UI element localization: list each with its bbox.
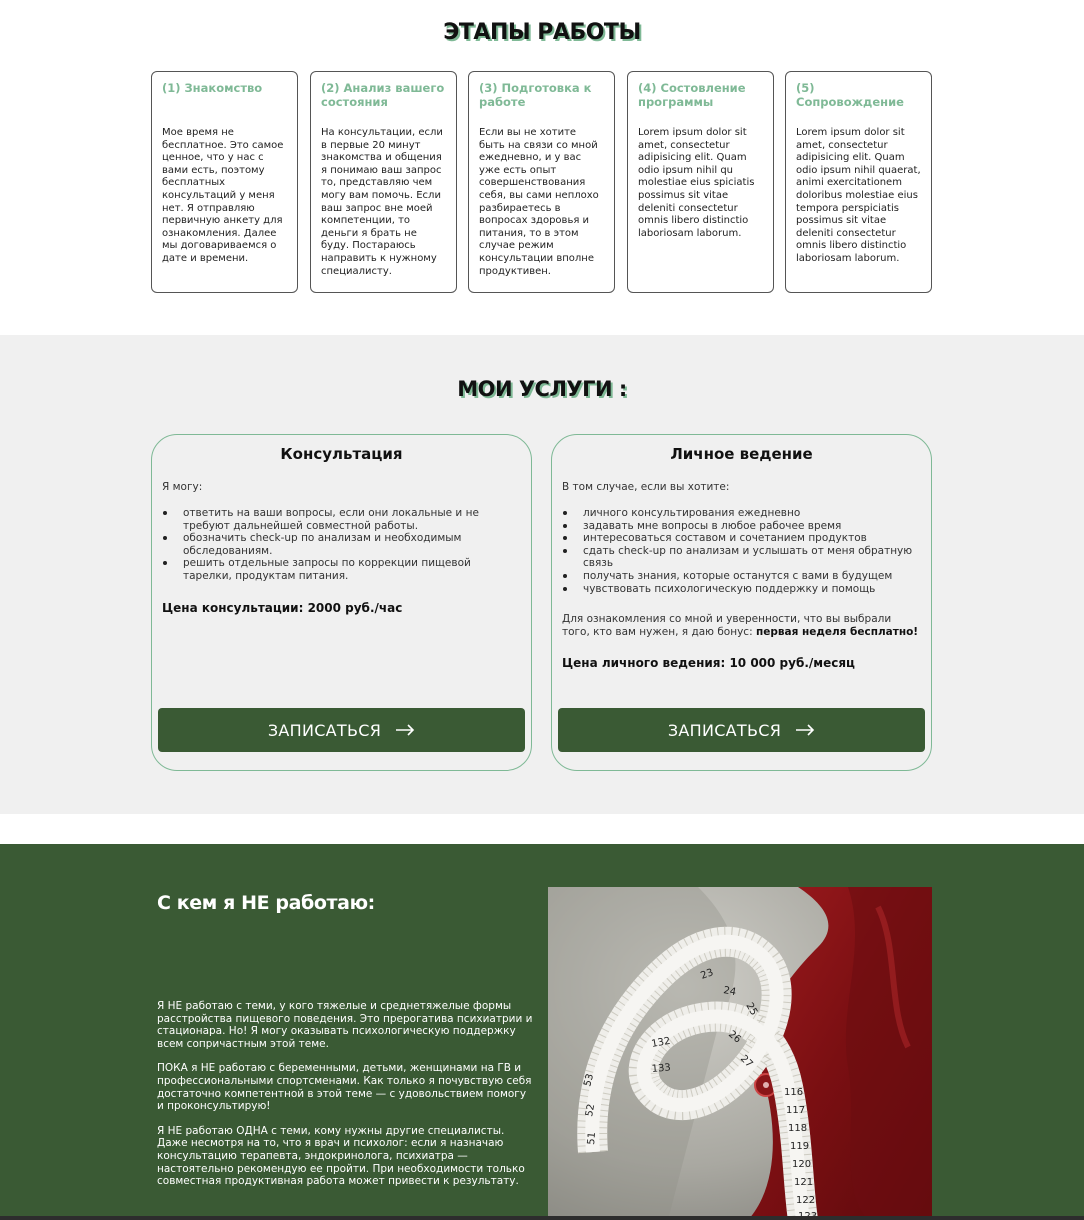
bonus-highlight: первая неделя бесплатно! — [755, 625, 919, 638]
arrow-right-icon — [395, 720, 415, 741]
consultation-card: Консультация Я могу: ответить на ваши во… — [151, 434, 532, 771]
list-item: чувствовать психологическую поддержку и … — [563, 583, 921, 596]
not-work-paragraph: ПОКА я НЕ работаю с беременными, детьми,… — [157, 1062, 532, 1113]
not-work-paragraph: Я НЕ работаю с теми, у кого тяжелые и ср… — [157, 1000, 533, 1050]
personal-card: Личное ведение В том случае, если вы хот… — [551, 434, 932, 771]
consultation-title: Консультация — [280, 445, 403, 463]
stage-text: Lorem ipsum dolor sit amet, consectetur … — [796, 127, 921, 264]
list-item: получать знания, которые останутся с вам… — [563, 570, 921, 583]
consultation-signup-button[interactable]: ЗАПИСАТЬСЯ — [158, 708, 525, 752]
tape-number: 51 — [586, 1132, 598, 1146]
not-work-paragraph: Я НЕ работаю ОДНА с теми, кому нужны дру… — [157, 1124, 525, 1188]
not-work-title: С кем я НЕ работаю: — [157, 892, 375, 914]
list-item: обозначить check-up по анализам и необхо… — [163, 532, 521, 557]
stage-text: Мое время не бесплатное. Это самое ценно… — [162, 127, 284, 264]
list-item: личного консультирования ежедневно — [563, 507, 921, 520]
list-item: решить отдельные запросы по коррекции пи… — [163, 557, 521, 582]
personal-title: Личное ведение — [670, 445, 813, 463]
list-item: ответить на ваши вопросы, если они локал… — [163, 507, 521, 532]
stage-title: (5) Сопровождение — [796, 81, 904, 109]
stages-section: ЭТАПЫ РАБОТЫ (1) Знакомство Мое время не… — [0, 0, 1084, 335]
consultation-intro: Я могу: — [162, 481, 203, 493]
stage-card-3: (3) Подготовка к работе Если вы не хотит… — [468, 71, 615, 293]
signup-button-label: ЗАПИСАТЬСЯ — [667, 720, 782, 740]
list-item: интересоваться составом и сочетанием про… — [563, 532, 921, 545]
signup-button-label: ЗАПИСАТЬСЯ — [267, 720, 382, 740]
services-title: МОИ УСЛУГИ : — [457, 377, 627, 401]
tape-number: 24 — [722, 985, 736, 998]
personal-signup-button[interactable]: ЗАПИСАТЬСЯ — [558, 708, 925, 752]
tape-number: 117 — [786, 1105, 805, 1116]
not-work-text: Я НЕ работаю с теми, у кого тяжелые и ср… — [157, 1000, 535, 1200]
personal-intro: В том случае, если вы хотите: — [562, 481, 730, 493]
stage-title: (3) Подготовка к работе — [479, 81, 592, 109]
tape-number: 116 — [784, 1087, 803, 1098]
tape-number: 52 — [584, 1103, 597, 1117]
bottom-border — [0, 1216, 1084, 1220]
stages-title: ЭТАПЫ РАБОТЫ — [443, 20, 641, 45]
tape-number: 120 — [792, 1159, 811, 1170]
list-item: задавать мне вопросы в любое рабочее вре… — [563, 520, 921, 533]
personal-price: Цена личного ведения: 10 000 руб./месяц — [562, 656, 855, 671]
stage-card-4: (4) Состовление программы Lorem ipsum do… — [627, 71, 774, 293]
tape-number: 119 — [790, 1141, 809, 1152]
measuring-tape-photo: 23 24 132 133 26 27 53 52 51 25 116 117 … — [548, 887, 932, 1220]
stage-card-1: (1) Знакомство Мое время не бесплатное. … — [151, 71, 298, 293]
stage-title: (1) Знакомство — [162, 81, 263, 95]
tape-number: 133 — [651, 1062, 671, 1075]
tape-number: 122 — [796, 1195, 815, 1206]
services-section: МОИ УСЛУГИ : Консультация Я могу: ответи… — [0, 335, 1084, 814]
tape-number: 118 — [788, 1123, 807, 1134]
stage-card-2: (2) Анализ вашего состояния На консульта… — [310, 71, 457, 293]
personal-bonus: Для ознакомления со мной и уверенности, … — [562, 613, 921, 638]
arrow-right-icon — [795, 720, 815, 741]
stage-title: (2) Анализ вашего состояния — [321, 81, 445, 109]
stage-card-5: (5) Сопровождение Lorem ipsum dolor sit … — [785, 71, 932, 293]
tape-number: 121 — [794, 1177, 813, 1188]
stage-text: Если вы не хотите быть на связи со мной … — [479, 127, 599, 277]
personal-list: личного консультирования ежедневно задав… — [562, 507, 921, 595]
list-item: сдать check-up по анализам и услышать от… — [563, 545, 921, 570]
stage-text: Lorem ipsum dolor sit amet, consectetur … — [638, 127, 755, 239]
consultation-list: ответить на ваши вопросы, если они локал… — [162, 507, 521, 583]
consultation-price: Цена консультации: 2000 руб./час — [162, 600, 403, 615]
stage-title: (4) Состовление программы — [638, 81, 746, 109]
stage-text: На консультации, если в первые 20 минут … — [321, 127, 443, 277]
not-work-section: С кем я НЕ работаю: Я НЕ работаю с теми,… — [0, 844, 1084, 1220]
